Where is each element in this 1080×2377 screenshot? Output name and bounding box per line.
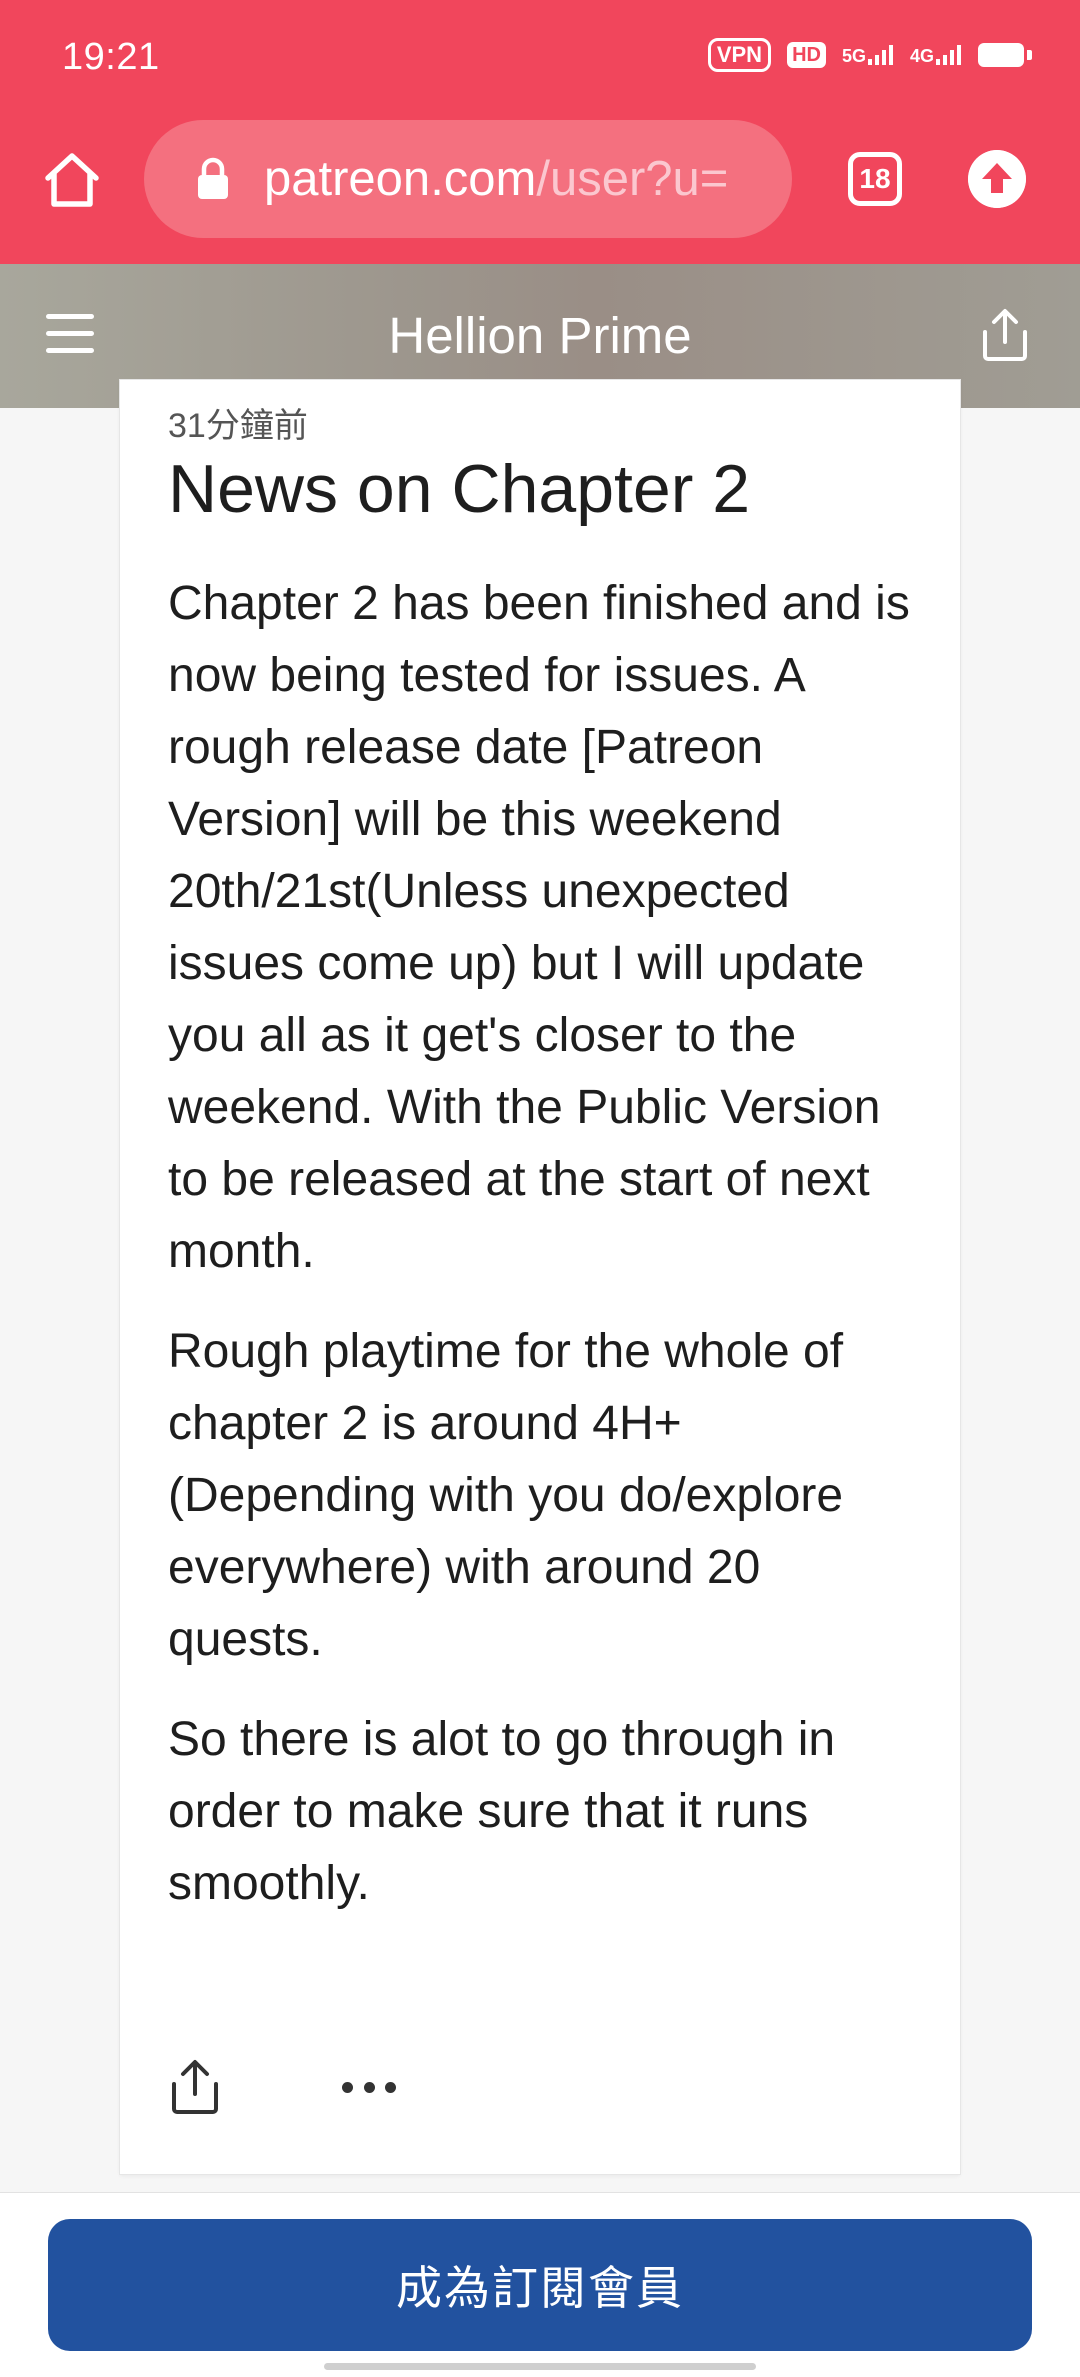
bottom-bar: 成為訂閱會員 (0, 2192, 1080, 2377)
more-icon[interactable] (342, 2077, 396, 2097)
join-membership-button[interactable]: 成為訂閱會員 (48, 2219, 1032, 2351)
address-bar[interactable]: patreon.com/user?u= (144, 120, 792, 238)
signal-4g-icon: 4G (910, 45, 962, 65)
tab-count: 18 (859, 163, 891, 194)
post-timestamp: 31分鐘前 (168, 407, 308, 445)
post-paragraph: Rough playtime for the whole of chapter … (168, 1325, 844, 1666)
share-icon[interactable] (168, 2058, 222, 2116)
home-icon[interactable] (42, 150, 102, 210)
hd-icon: HD (787, 42, 826, 68)
url-domain: patreon.com (264, 152, 537, 206)
status-bar: 19:21 VPN HD 5G 4G (0, 0, 1080, 110)
tabs-button[interactable]: 18 (848, 152, 902, 206)
share-icon[interactable] (980, 308, 1030, 362)
url-path: /user?u= (536, 152, 729, 206)
vpn-icon: VPN (707, 38, 772, 72)
lock-icon (198, 157, 228, 199)
site-title: Hellion Prime (388, 307, 692, 364)
signal-5g-icon: 5G (842, 45, 894, 65)
browser-toolbar: patreon.com/user?u= 18 (0, 110, 1080, 264)
home-indicator[interactable] (324, 2363, 756, 2370)
post-actions (168, 2058, 396, 2116)
battery-icon (978, 43, 1032, 67)
status-time: 19:21 (62, 36, 160, 78)
upgrade-arrow-icon[interactable] (968, 150, 1026, 208)
url-text[interactable]: patreon.com/user?u= (264, 151, 764, 207)
post-paragraph: So there is alot to go through in order … (168, 1713, 836, 1910)
post-paragraph: Chapter 2 has been finished and is now b… (168, 577, 910, 1278)
post-body: Chapter 2 has been finished and is now b… (168, 568, 928, 1948)
status-icons: VPN HD 5G 4G (707, 38, 1032, 72)
post-title[interactable]: News on Chapter 2 (168, 450, 750, 528)
